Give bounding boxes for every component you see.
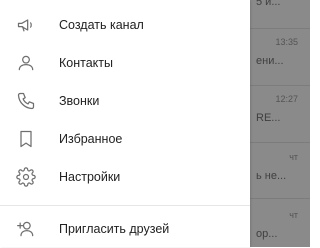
add-person-icon bbox=[15, 218, 37, 240]
menu-item-favorites[interactable]: Избранное bbox=[0, 120, 250, 158]
chat-divider bbox=[250, 198, 310, 199]
chat-divider bbox=[250, 28, 310, 29]
chat-time: 13:35 bbox=[275, 37, 298, 47]
chat-snippet: ени... bbox=[256, 55, 284, 67]
menu-item-invite-friends[interactable]: Пригласить друзей bbox=[0, 210, 250, 248]
phone-icon bbox=[15, 90, 37, 112]
chat-row: 12:27 RE... bbox=[250, 90, 310, 128]
menu-item-calls[interactable]: Звонки bbox=[0, 82, 250, 120]
chat-snippet: RE... bbox=[256, 112, 281, 124]
menu-item-label: Контакты bbox=[59, 56, 113, 70]
menu-item-label: Пригласить друзей bbox=[59, 222, 170, 236]
chat-row: чт ь не... bbox=[250, 148, 310, 186]
menu-item-label: Звонки bbox=[59, 94, 100, 108]
chat-row: 13:35 ени... bbox=[250, 33, 310, 71]
chat-time: чт bbox=[289, 152, 298, 162]
menu-item-contacts[interactable]: Контакты bbox=[0, 44, 250, 82]
menu-item-label: Избранное bbox=[59, 132, 123, 146]
menu-divider bbox=[0, 205, 250, 206]
person-icon bbox=[15, 52, 37, 74]
menu-item-create-channel[interactable]: Создать канал bbox=[0, 6, 250, 44]
menu-item-settings[interactable]: Настройки bbox=[0, 158, 250, 196]
menu-item-label: Настройки bbox=[59, 170, 121, 184]
bookmark-icon bbox=[15, 128, 37, 150]
chat-list-overlay[interactable]: 5 и... 13:35 ени... 12:27 RE... чт ь не.… bbox=[250, 0, 310, 247]
navigation-drawer: Создать канал Контакты Звонки Избранное bbox=[0, 0, 250, 247]
chat-time: 12:27 bbox=[275, 94, 298, 104]
megaphone-icon bbox=[15, 14, 37, 36]
chat-time: чт bbox=[289, 210, 298, 220]
menu-item-label: Создать канал bbox=[59, 18, 144, 32]
chat-divider bbox=[250, 142, 310, 143]
chat-row: чт ор... bbox=[250, 206, 310, 244]
chat-divider bbox=[250, 85, 310, 86]
chat-snippet: ь не... bbox=[256, 170, 287, 182]
gear-icon bbox=[15, 166, 37, 188]
chat-snippet: 5 и... bbox=[256, 0, 281, 8]
chat-snippet: ор... bbox=[256, 228, 278, 240]
